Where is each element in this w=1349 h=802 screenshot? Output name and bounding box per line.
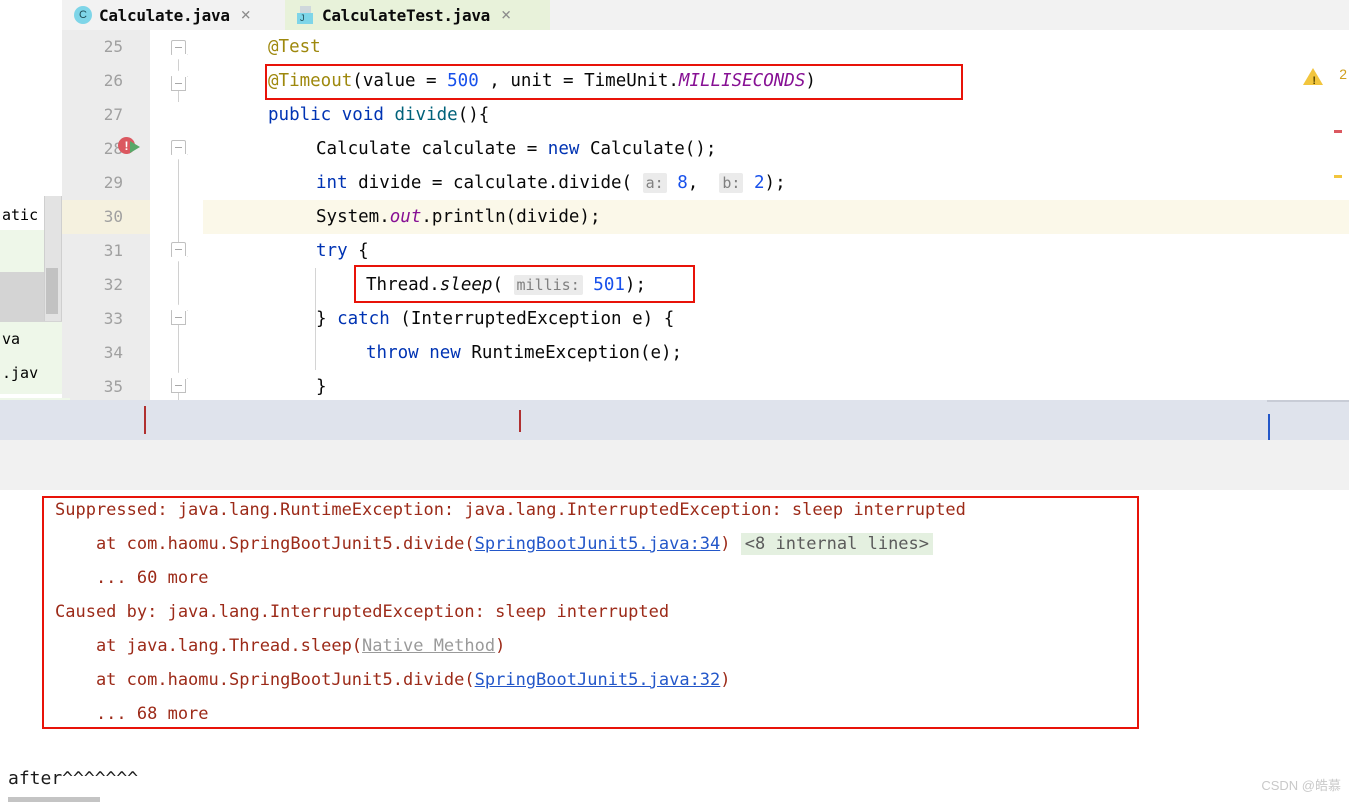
line-number: 30 xyxy=(103,207,123,226)
editor-gutter[interactable]: 25 26 27 28 29 30 31 32 33 34 35 ! xyxy=(62,30,150,400)
console-line-at-34: at com.haomu.SpringBootJunit5.divide(Spr… xyxy=(55,533,934,555)
code-folding-column[interactable] xyxy=(150,30,203,400)
fold-marker-collapse[interactable] xyxy=(171,140,186,155)
annotation-highlight-sleep xyxy=(354,265,695,303)
line-number: 25 xyxy=(103,37,123,56)
gutter-row-current: 30 xyxy=(62,200,150,234)
warning-exclamation: ! xyxy=(1312,75,1316,87)
tree-item-partial-3[interactable]: .jav xyxy=(0,356,62,394)
gutter-row: 26 xyxy=(62,64,150,98)
code-line-31: try { xyxy=(316,241,369,261)
tree-item-partial-2[interactable]: va xyxy=(0,322,62,356)
fold-marker-end[interactable] xyxy=(171,310,186,325)
project-tree-partial[interactable]: atic va .jav xyxy=(0,0,62,400)
watermark: CSDN @皓慕 xyxy=(1261,778,1341,793)
code-editor[interactable]: 25 26 27 28 29 30 31 32 33 34 35 ! @Test… xyxy=(62,30,1349,400)
run-test-gutter-icon[interactable]: ! xyxy=(118,136,144,156)
code-line-25: @Test xyxy=(268,37,321,57)
scroll-tick xyxy=(519,410,521,432)
stacktrace-link[interactable]: SpringBootJunit5.java:32 xyxy=(475,670,721,690)
idea-window: atic va .jav C Calculate.java × J Calcul… xyxy=(0,0,1349,802)
tab-calculatetest-java[interactable]: J CalculateTest.java × xyxy=(285,0,550,30)
scroll-tick xyxy=(1268,414,1270,440)
tree-item-label: atic xyxy=(2,206,39,224)
junit-test-class-icon: J xyxy=(297,6,315,24)
gutter-row: 32 xyxy=(62,268,150,302)
scroll-tick xyxy=(144,406,146,434)
tree-item-label: va xyxy=(2,330,21,348)
code-line-33: } catch (InterruptedException e) { xyxy=(316,309,675,329)
tree-scrollbar-thumb[interactable] xyxy=(46,268,58,314)
editor-tab-bar: C Calculate.java × J CalculateTest.java … xyxy=(62,0,1349,31)
test-console-output[interactable]: Suppressed: java.lang.RuntimeException: … xyxy=(0,490,1349,802)
line-number: 32 xyxy=(103,275,123,294)
test-status-bar: ! Tests failed: 1 of 1 test - 662ms xyxy=(0,448,1349,490)
run-arrow-icon[interactable] xyxy=(130,141,140,153)
close-icon[interactable]: × xyxy=(241,5,251,25)
console-horizontal-scrollbar[interactable] xyxy=(8,797,100,802)
gutter-row: 29 xyxy=(62,166,150,200)
console-line-68-more: ... 68 more xyxy=(55,704,209,724)
stacktrace-link[interactable]: SpringBootJunit5.java:34 xyxy=(475,534,721,554)
code-line-34: throw new RuntimeException(e); xyxy=(366,343,683,363)
line-number: 34 xyxy=(103,343,123,362)
code-line-35: } xyxy=(316,377,327,397)
error-stripe-marker[interactable] xyxy=(1334,130,1342,133)
console-after-text: after^^^^^^^ xyxy=(8,768,139,789)
annotation-highlight-timeout xyxy=(265,64,963,100)
console-line-60-more: ... 60 more xyxy=(55,568,209,588)
param-hint-a: a: xyxy=(642,173,667,193)
tree-item-label: .jav xyxy=(2,364,39,382)
code-line-30: System.out.println(divide); xyxy=(316,207,601,227)
native-method-link[interactable]: Native Method xyxy=(362,636,495,656)
tab-label: CalculateTest.java xyxy=(322,5,490,25)
code-line-29: int divide = calculate.divide( a: 8, b: … xyxy=(316,173,786,193)
fold-marker-end[interactable] xyxy=(171,378,186,393)
tab-label: Calculate.java xyxy=(99,5,230,25)
console-line-at-32: at com.haomu.SpringBootJunit5.divide(Spr… xyxy=(55,670,731,690)
close-icon[interactable]: × xyxy=(501,5,511,25)
gutter-row: 33 xyxy=(62,302,150,336)
console-line-caused-by: Caused by: java.lang.InterruptedExceptio… xyxy=(55,602,670,622)
gutter-row: 34 xyxy=(62,336,150,370)
code-line-27: public void divide(){ xyxy=(268,105,490,125)
strip-underline xyxy=(0,440,1349,448)
code-line-28: Calculate calculate = new Calculate(); xyxy=(316,139,717,159)
gutter-row: 31 xyxy=(62,234,150,268)
line-number: 27 xyxy=(103,105,123,124)
fold-marker-end[interactable] xyxy=(171,76,186,91)
line-number: 26 xyxy=(103,71,123,90)
line-number: 33 xyxy=(103,309,123,328)
line-number: 35 xyxy=(103,377,123,396)
code-text-area[interactable]: @Test @Timeout(value = 500 , unit = Time… xyxy=(203,30,1349,400)
fold-marker-collapse[interactable] xyxy=(171,40,186,55)
line-number: 29 xyxy=(103,173,123,192)
tab-calculate-java[interactable]: C Calculate.java × xyxy=(62,0,285,30)
param-hint-b: b: xyxy=(719,173,744,193)
console-line-native-method: at java.lang.Thread.sleep(Native Method) xyxy=(55,636,506,656)
fold-marker-collapse[interactable] xyxy=(171,242,186,257)
console-line-suppressed: Suppressed: java.lang.RuntimeException: … xyxy=(55,500,966,520)
gutter-row: 25 xyxy=(62,30,150,64)
java-class-icon: C xyxy=(74,6,92,24)
gutter-row: 27 xyxy=(62,98,150,132)
warning-count: 2 xyxy=(1339,66,1347,82)
gutter-row: 35 xyxy=(62,370,150,400)
folded-internal-lines[interactable]: <8 internal lines> xyxy=(740,533,934,555)
line-number: 31 xyxy=(103,241,123,260)
warning-stripe-marker[interactable] xyxy=(1334,175,1342,178)
